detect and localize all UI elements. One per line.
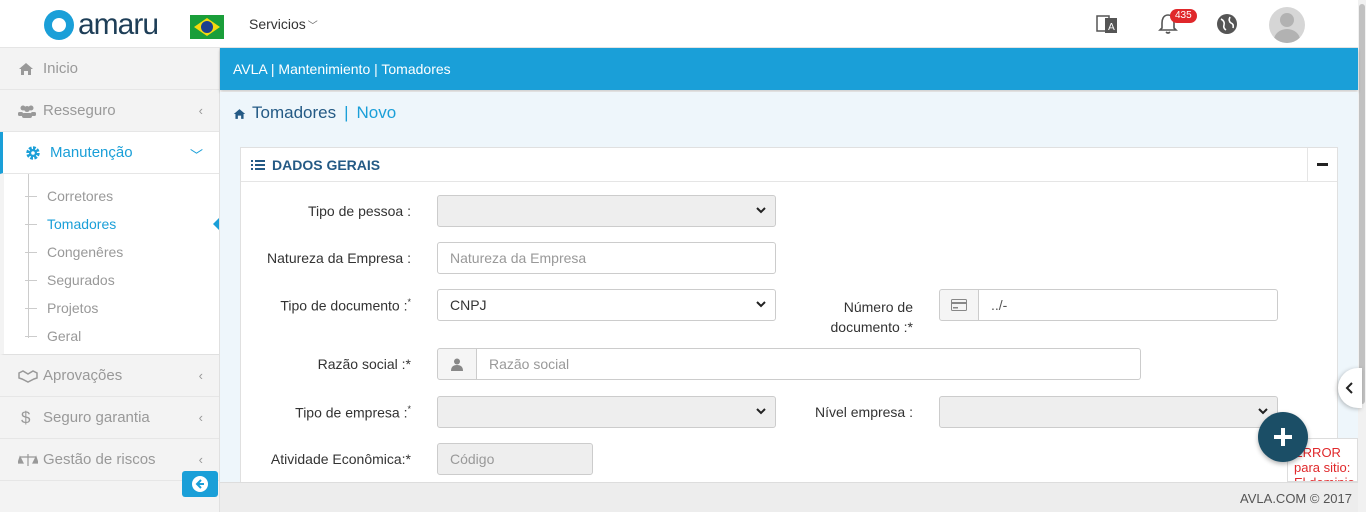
codigo-input[interactable]: Código [437,443,593,475]
tipo-documento-select[interactable]: CNPJ [437,289,776,321]
sidebar-item-aprovacoes[interactable]: Aprovações ‹ [0,355,219,397]
tipo-empresa-select[interactable] [437,396,776,428]
sidebar-item-label: Aprovações [43,367,123,384]
numero-documento-value: ../- [991,297,1008,313]
sidebar-subitem-congeneres[interactable]: Congenêres [4,238,219,266]
natureza-input[interactable]: Natureza da Empresa [437,242,776,274]
nivel-empresa-label: Nível empresa : [814,404,913,420]
services-label: Servicios [249,16,306,32]
logo-text: amaruBY AVLA [78,10,159,55]
page-header: Tomadores | Novo [220,92,1358,132]
sidebar-item-seguro-garantia[interactable]: $ Seguro garantia ‹ [0,397,219,439]
sidebar: Inicio Resseguro ‹ Manutenção ﹀ Corretor… [0,48,220,512]
tipo-pessoa-label: Tipo de pessoa : [308,203,411,219]
codigo-placeholder: Código [450,451,495,467]
natureza-label: Natureza da Empresa : [267,250,411,266]
user-avatar[interactable] [1269,7,1305,43]
chevron-down-icon [755,204,767,216]
chevron-down-icon: ﹀ [189,148,203,163]
razao-social-input[interactable]: Razão social [476,348,1141,380]
page-scrollbar[interactable] [1358,0,1366,512]
required-mark: * [407,297,411,307]
sidebar-item-resseguro[interactable]: Resseguro ‹ [0,90,219,132]
chevron-down-icon [755,298,767,310]
natureza-placeholder: Natureza da Empresa [450,250,587,266]
sidebar-subitem-corretores[interactable]: Corretores [4,182,219,210]
dollar-icon: $ [21,407,31,427]
page-title: Tomadores [252,103,337,122]
chevron-down-icon [1257,405,1269,417]
handshake-icon [18,369,38,383]
top-bar: amaruBY AVLA Servicios﹀ A 435 [0,0,1358,55]
breadcrumb: AVLA | Mantenimiento | Tomadores [220,48,1358,90]
title-separator: | [344,103,349,122]
sidebar-item-label: Gestão de riscos [43,451,156,468]
sidebar-subitem-geral[interactable]: Geral [4,322,219,350]
plus-icon [1274,428,1292,446]
home-icon[interactable] [233,105,246,125]
brazil-flag-icon[interactable] [190,15,224,39]
chevron-left-icon: ‹ [198,368,203,383]
chevron-down-icon: ﹀ [307,21,318,32]
card-icon [939,289,979,321]
nivel-empresa-select[interactable] [939,396,1278,428]
collapse-sidebar-button[interactable] [182,471,218,497]
sidebar-item-inicio[interactable]: Inicio [0,48,219,90]
add-button[interactable] [1258,412,1308,462]
required-mark: * [407,404,411,414]
arrow-left-circle-icon [192,476,208,492]
translate-icon[interactable]: A [1095,12,1119,36]
tipo-documento-value: CNPJ [450,297,487,313]
collapse-panel-button[interactable] [1307,148,1337,181]
sidebar-item-manutencao[interactable]: Manutenção ﹀ [0,132,219,174]
sidebar-subitem-tomadores[interactable]: Tomadores [4,210,219,238]
globe-icon[interactable] [1215,12,1239,36]
gear-icon [25,145,45,161]
numero-documento-label: Número de documento :* [830,299,914,335]
tipo-pessoa-select[interactable] [437,195,776,227]
razao-social-placeholder: Razão social [489,356,570,372]
logo-mark-icon [44,10,74,40]
tipo-documento-label: Tipo de documento :* [280,297,411,314]
manutencao-submenu: Corretores Tomadores Congenêres Segurado… [0,174,219,355]
services-menu[interactable]: Servicios ﹀ [249,16,318,32]
panel-title: DADOS GERAIS [272,156,381,173]
chevron-down-icon [755,405,767,417]
chevron-left-icon: ‹ [198,103,203,118]
scale-icon [18,453,38,467]
sidebar-item-label: Manutenção [50,144,133,161]
notification-badge: 435 [1170,9,1197,23]
list-icon [251,159,265,171]
numero-documento-input[interactable]: ../- [978,289,1278,321]
sidebar-item-label: Seguro garantia [43,409,150,426]
panel-header: DADOS GERAIS [241,148,1337,182]
sidebar-item-label: Inicio [43,60,79,77]
sidebar-subitem-projetos[interactable]: Projetos [4,294,219,322]
home-icon [18,62,38,76]
chevron-left-icon: ‹ [198,452,203,467]
footer: AVLA.COM © 2017 [220,482,1358,512]
svg-text:A: A [1108,22,1115,33]
sidebar-item-label: Resseguro [43,102,116,119]
atividade-economica-label: Atividade Econômica:* [270,451,411,467]
page-subtitle: Novo [356,103,397,122]
amaru-logo[interactable]: amaruBY AVLA [44,10,159,55]
razao-social-label: Razão social :* [317,356,411,372]
user-icon [437,348,477,380]
sidebar-subitem-segurados[interactable]: Segurados [4,266,219,294]
tipo-empresa-label: Tipo de empresa :* [295,404,411,421]
users-icon [18,104,38,118]
chevron-left-icon: ‹ [198,410,203,425]
chevron-left-icon [1345,382,1353,394]
